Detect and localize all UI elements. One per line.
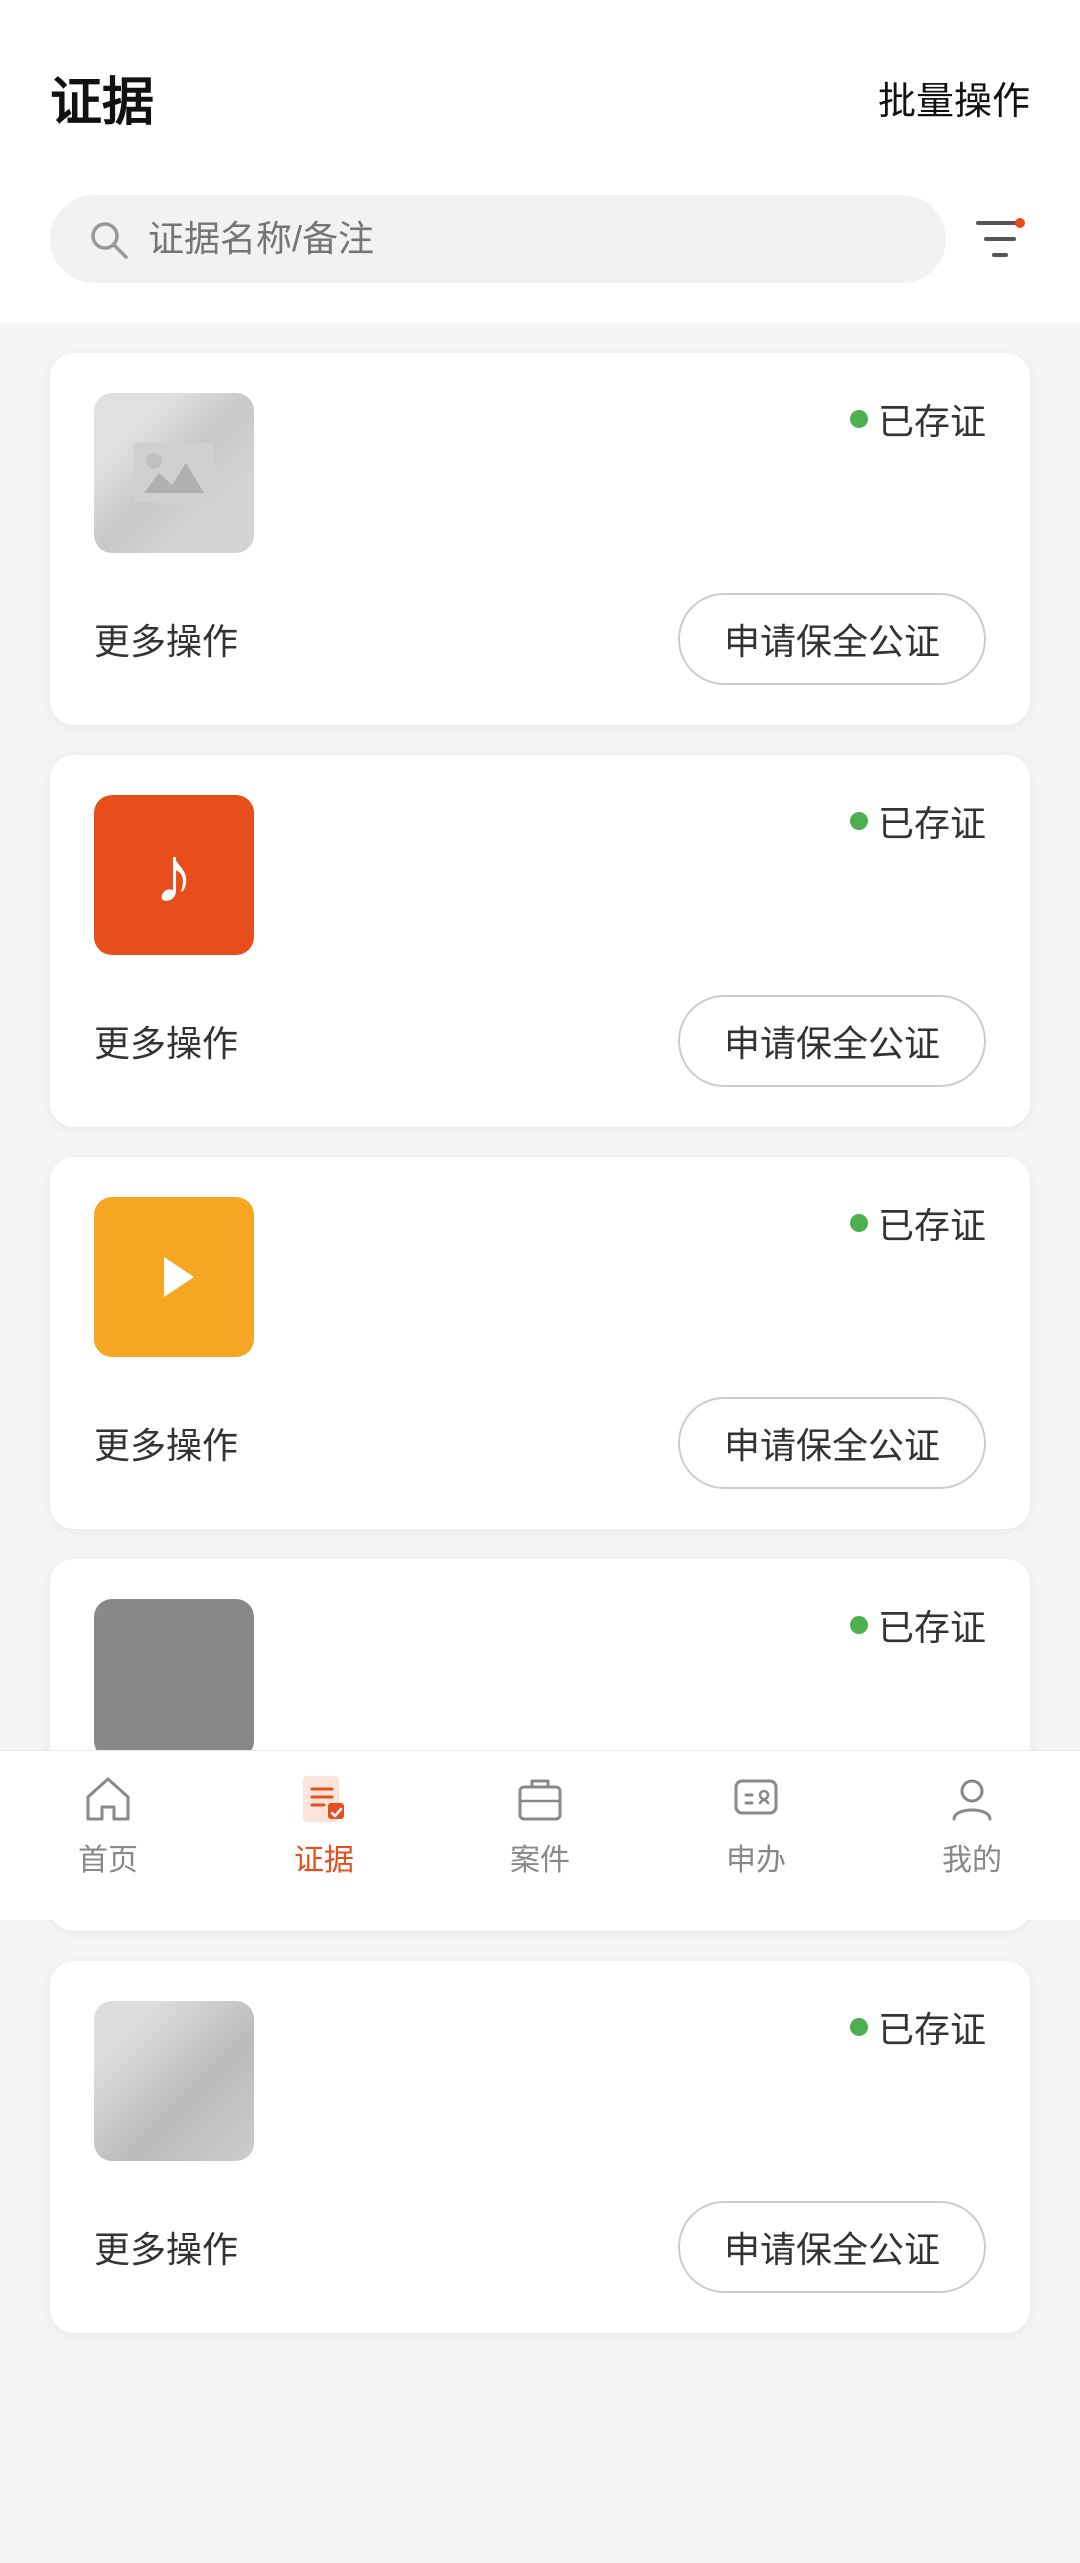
evidence-list: 已存证 更多操作 申请保全公证 ♪ 已存证 更多操作 申请保全公证 xyxy=(0,323,1080,2363)
status-badge: 已存证 xyxy=(850,795,986,847)
apply-notarization-button[interactable]: 申请保全公证 xyxy=(678,2201,986,2293)
evidence-card: 已存证 更多操作 申请保全公证 xyxy=(50,1961,1030,2333)
filter-icon[interactable] xyxy=(970,209,1030,269)
more-operations-button[interactable]: 更多操作 xyxy=(94,613,238,665)
status-dot xyxy=(850,2018,868,2036)
card-bottom: 更多操作 申请保全公证 xyxy=(94,995,986,1087)
play-icon xyxy=(139,1242,209,1312)
evidence-icon xyxy=(298,1773,350,1825)
status-dot xyxy=(850,1616,868,1634)
more-operations-button[interactable]: 更多操作 xyxy=(94,1015,238,1067)
nav-label-case: 案件 xyxy=(510,1835,570,1879)
header: 证据 批量操作 xyxy=(0,0,1080,165)
thumbnail-image xyxy=(94,393,254,553)
status-badge: 已存证 xyxy=(850,393,986,445)
bottom-nav: 首页 证据 案件 申办 我的 xyxy=(0,1750,1080,1920)
nav-label-evidence: 证据 xyxy=(294,1835,354,1879)
audio-icon: ♪ xyxy=(154,829,194,921)
card-thumbnail xyxy=(94,1599,254,1759)
home-icon xyxy=(82,1773,134,1825)
evidence-card: 已存证 更多操作 申请保全公证 xyxy=(50,353,1030,725)
card-top: 已存证 xyxy=(94,393,986,553)
apply-notarization-button[interactable]: 申请保全公证 xyxy=(678,1397,986,1489)
card-thumbnail xyxy=(94,2001,254,2161)
card-top: 已存证 xyxy=(94,1599,986,1759)
card-top: ♪ 已存证 xyxy=(94,795,986,955)
card-bottom: 更多操作 申请保全公证 xyxy=(94,2201,986,2293)
nav-item-home[interactable]: 首页 xyxy=(78,1773,138,1879)
card-bottom: 更多操作 申请保全公证 xyxy=(94,593,986,685)
search-bar-wrapper xyxy=(0,165,1080,323)
nav-item-case[interactable]: 案件 xyxy=(510,1773,570,1879)
nav-item-mine[interactable]: 我的 xyxy=(942,1773,1002,1879)
thumbnail-image xyxy=(94,2001,254,2161)
case-icon xyxy=(514,1773,566,1825)
card-thumbnail xyxy=(94,393,254,553)
mine-icon xyxy=(946,1773,998,1825)
nav-label-apply: 申办 xyxy=(726,1835,786,1879)
apply-notarization-button[interactable]: 申请保全公证 xyxy=(678,593,986,685)
evidence-card: 已存证 更多操作 申请保全公证 xyxy=(50,1157,1030,1529)
page-title: 证据 xyxy=(50,60,154,135)
card-top: 已存证 xyxy=(94,2001,986,2161)
status-dot xyxy=(850,812,868,830)
batch-action-button[interactable]: 批量操作 xyxy=(878,70,1030,125)
search-input[interactable] xyxy=(148,218,910,260)
search-container xyxy=(50,195,946,283)
status-badge: 已存证 xyxy=(850,1197,986,1249)
nav-label-home: 首页 xyxy=(78,1835,138,1879)
apply-notarization-button[interactable]: 申请保全公证 xyxy=(678,995,986,1087)
more-operations-button[interactable]: 更多操作 xyxy=(94,1417,238,1469)
card-thumbnail: ♪ xyxy=(94,795,254,955)
card-top: 已存证 xyxy=(94,1197,986,1357)
nav-item-evidence[interactable]: 证据 xyxy=(294,1773,354,1879)
more-operations-button[interactable]: 更多操作 xyxy=(94,2221,238,2273)
search-icon xyxy=(86,217,130,261)
status-badge: 已存证 xyxy=(850,1599,986,1651)
apply-icon xyxy=(730,1773,782,1825)
nav-label-mine: 我的 xyxy=(942,1835,1002,1879)
status-dot xyxy=(850,410,868,428)
card-bottom: 更多操作 申请保全公证 xyxy=(94,1397,986,1489)
nav-item-apply[interactable]: 申办 xyxy=(726,1773,786,1879)
card-thumbnail xyxy=(94,1197,254,1357)
evidence-card: ♪ 已存证 更多操作 申请保全公证 xyxy=(50,755,1030,1127)
status-dot xyxy=(850,1214,868,1232)
status-badge: 已存证 xyxy=(850,2001,986,2053)
